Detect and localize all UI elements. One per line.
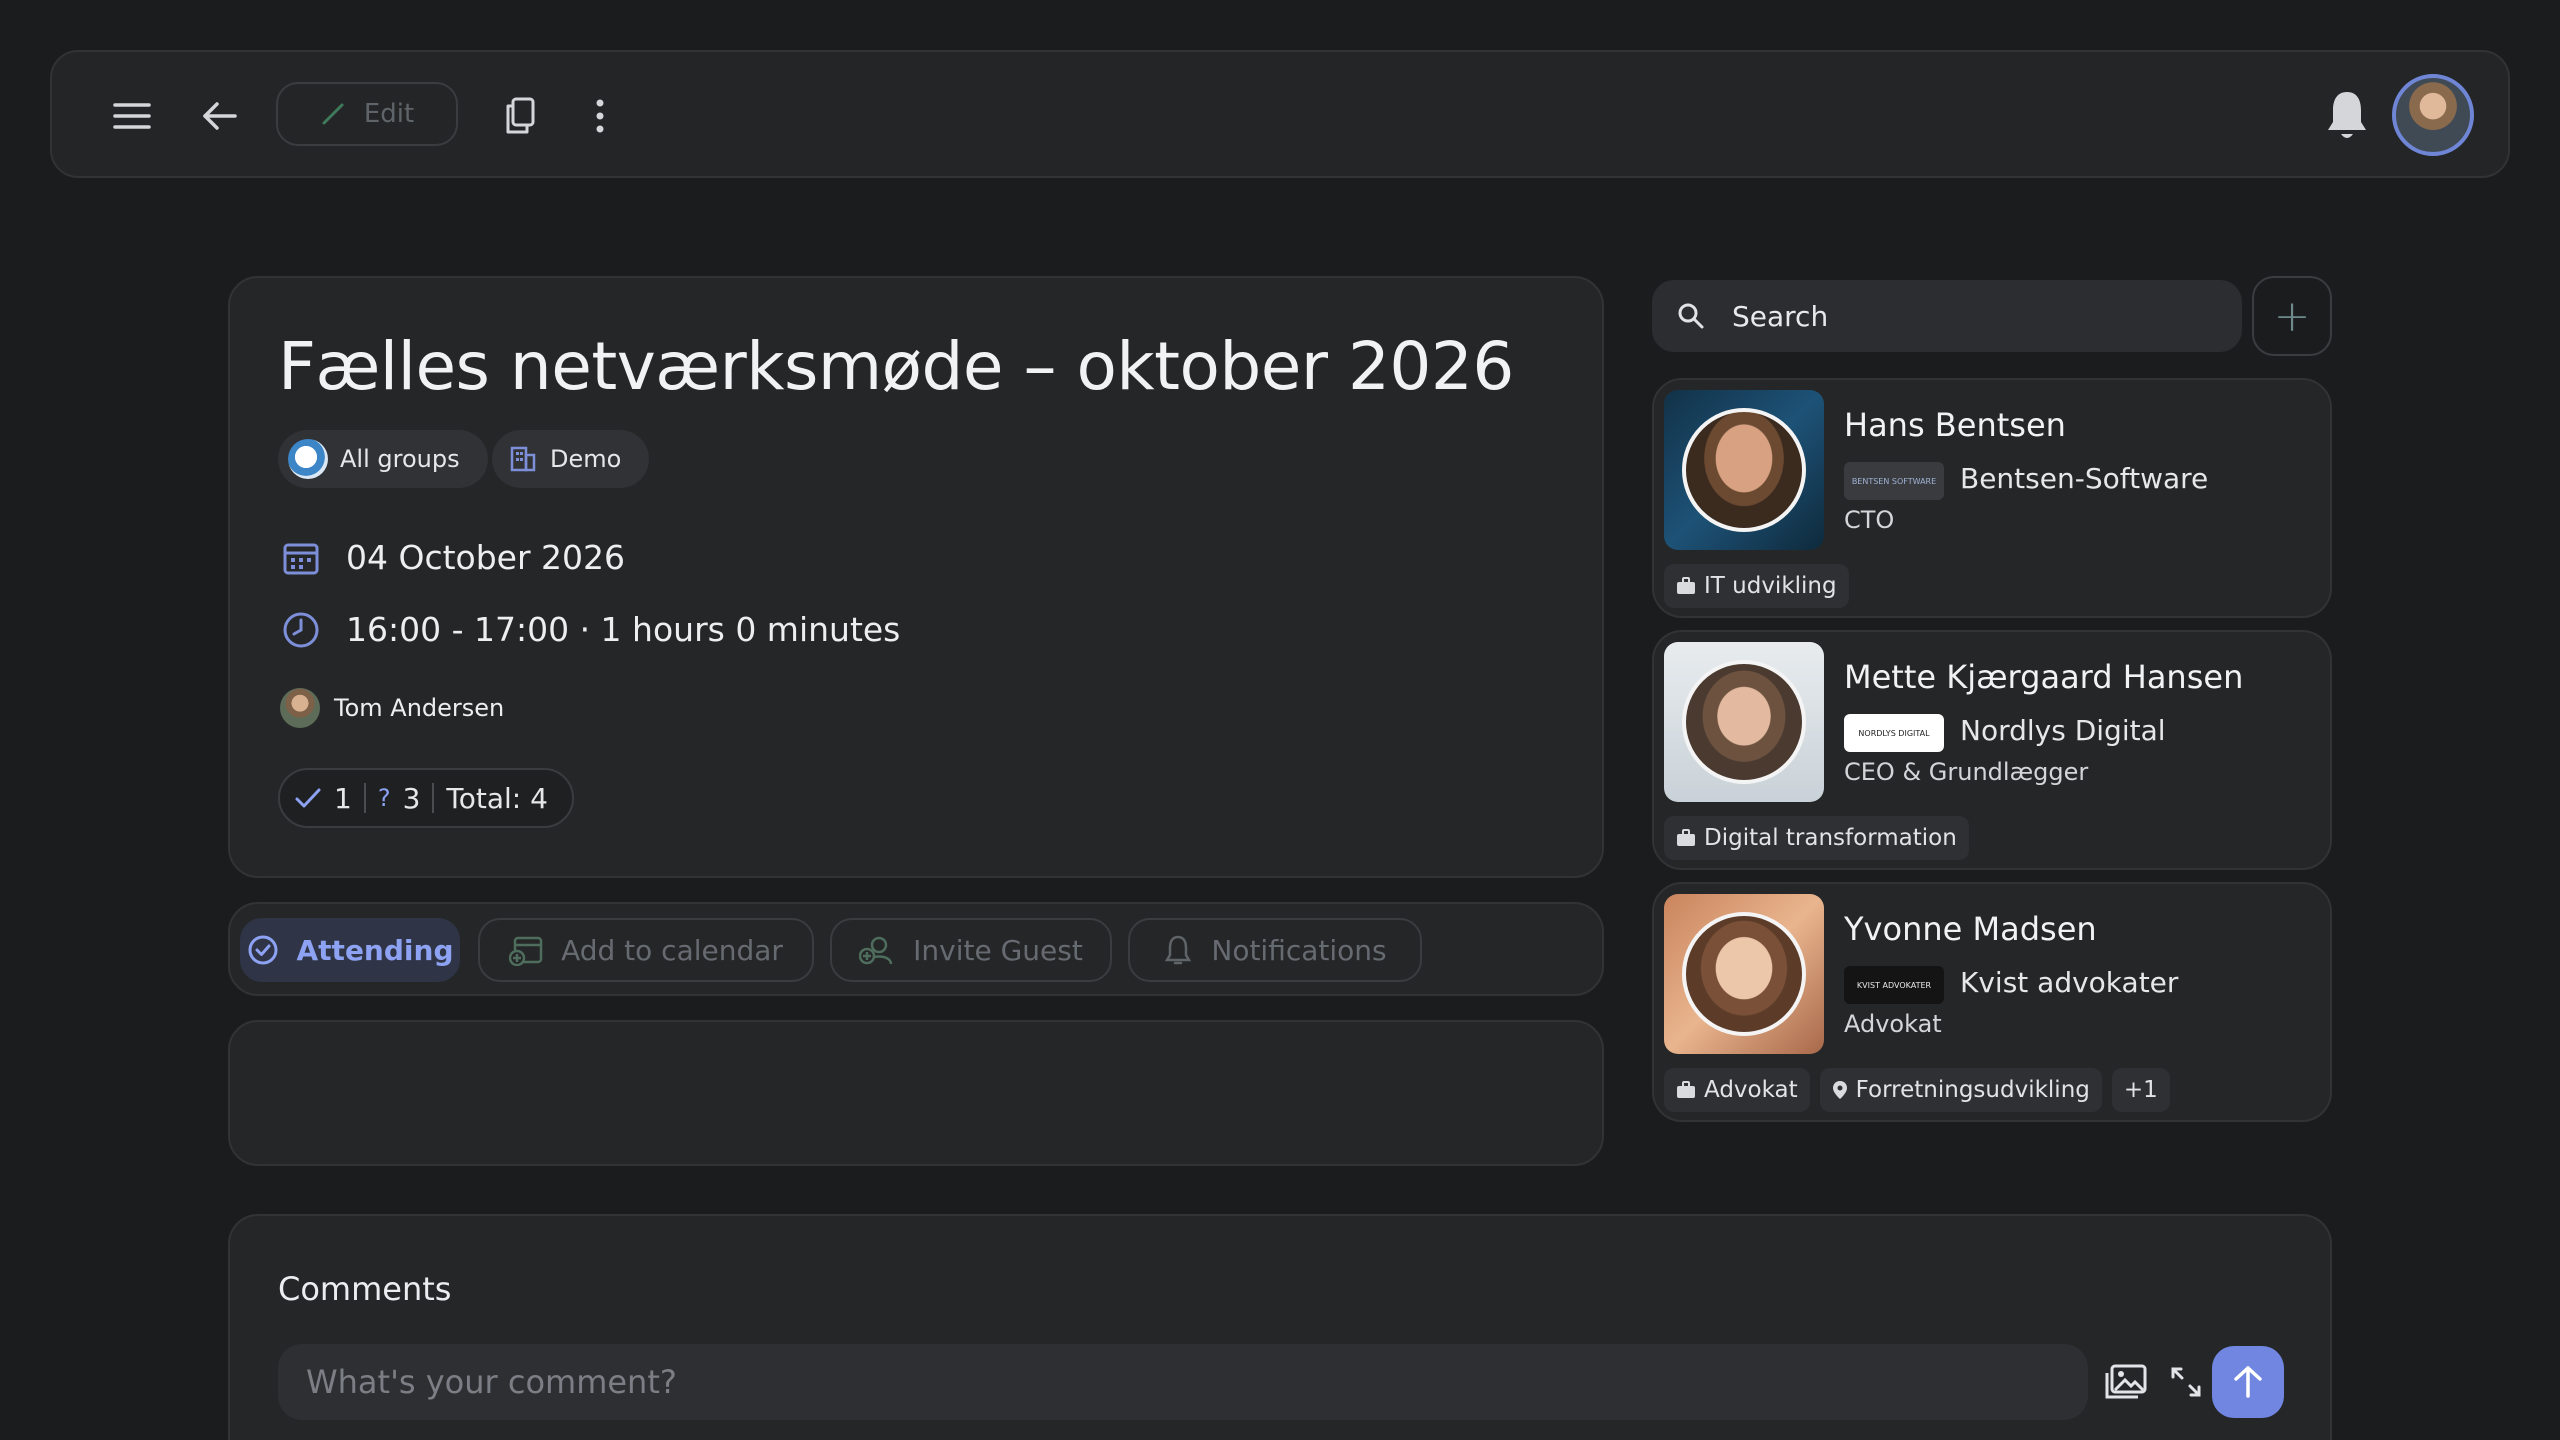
company-logo: BENTSEN SOFTWARE <box>1844 462 1944 500</box>
person-photo <box>1664 642 1824 802</box>
clock-icon <box>283 612 319 647</box>
chip-label: All groups <box>340 445 460 473</box>
event-details-card: Fælles netværksmøde – oktober 2026 All g… <box>228 276 1604 878</box>
pencil-icon <box>322 103 344 125</box>
organizer-row: Tom Andersen <box>280 688 504 728</box>
tag[interactable]: Advokat <box>1664 1068 1810 1112</box>
notifications-label: Notifications <box>1211 933 1387 967</box>
person-card[interactable]: Yvonne Madsen KVIST ADVOKATER Kvist advo… <box>1652 882 2332 1122</box>
building-icon <box>510 446 536 472</box>
maybe-count: 3 <box>402 781 421 815</box>
add-to-calendar-button[interactable]: Add to calendar <box>478 918 814 982</box>
image-upload-icon[interactable] <box>2098 1354 2154 1410</box>
more-tags-badge[interactable]: +1 <box>2111 1068 2170 1112</box>
pin-icon <box>1832 1081 1847 1099</box>
event-description-card <box>228 1020 1604 1166</box>
back-arrow-icon[interactable] <box>192 88 248 144</box>
menu-icon[interactable] <box>104 88 160 144</box>
comment-input[interactable] <box>278 1344 2088 1420</box>
person-tags: IT udvikling <box>1664 564 1849 608</box>
more-options-icon[interactable] <box>572 88 628 144</box>
person-role: CEO & Grundlægger <box>1844 758 2089 786</box>
company-logo: KVIST ADVOKATER <box>1844 966 1944 1004</box>
briefcase-icon <box>1677 577 1695 594</box>
person-role: Advokat <box>1844 1010 1942 1038</box>
attending-button[interactable]: Attending <box>240 918 460 982</box>
person-card[interactable]: Hans Bentsen BENTSEN SOFTWARE Bentsen-So… <box>1652 378 2332 618</box>
tag-label: IT udvikling <box>1704 573 1837 599</box>
divider <box>432 783 435 813</box>
event-title: Fælles netværksmøde – oktober 2026 <box>278 328 1514 405</box>
tag-label: +1 <box>2123 1077 2158 1103</box>
user-avatar[interactable] <box>2392 74 2474 156</box>
edit-button-label: Edit <box>363 99 415 129</box>
tag[interactable]: Digital transformation <box>1664 816 1969 860</box>
briefcase-icon <box>1677 1081 1695 1098</box>
organizer-avatar <box>280 688 320 728</box>
top-bar: Edit <box>50 50 2510 178</box>
person-card[interactable]: Mette Kjærgaard Hansen NORDLYS DIGITAL N… <box>1652 630 2332 870</box>
arrow-up-icon <box>2234 1366 2262 1398</box>
person-tags: Digital transformation <box>1664 816 1969 860</box>
group-chip-demo[interactable]: Demo <box>492 430 650 488</box>
person-tags: Advokat Forretningsudvikling +1 <box>1664 1068 2170 1112</box>
attending-count: 1 <box>334 781 352 815</box>
user-add-icon <box>859 936 893 965</box>
search-placeholder: Search <box>1732 299 1829 333</box>
question-icon: ? <box>377 784 391 812</box>
total-count: Total: 4 <box>446 781 548 815</box>
event-action-bar: Attending Add to calendar Invite Guest N… <box>228 902 1604 996</box>
calendar-add-icon <box>509 936 543 966</box>
tag-label: Digital transformation <box>1704 825 1957 851</box>
add-to-calendar-label: Add to calendar <box>561 933 783 967</box>
event-date-row: 04 October 2026 <box>282 538 625 577</box>
check-icon <box>295 788 321 808</box>
edit-button[interactable]: Edit <box>276 82 458 146</box>
group-chip-all-groups[interactable]: All groups <box>278 430 488 488</box>
bell-outline-icon <box>1165 935 1192 965</box>
person-photo <box>1664 390 1824 550</box>
send-comment-button[interactable] <box>2212 1346 2284 1418</box>
plus-icon: + <box>2273 290 2311 342</box>
person-name: Yvonne Madsen <box>1844 910 2097 948</box>
event-time-row: 16:00 - 17:00 · 1 hours 0 minutes <box>282 610 900 649</box>
person-name: Hans Bentsen <box>1844 406 2066 444</box>
copy-icon[interactable] <box>492 88 548 144</box>
check-circle-icon <box>248 935 277 965</box>
comments-title: Comments <box>278 1270 452 1308</box>
organizer-name: Tom Andersen <box>334 694 505 722</box>
invite-guest-label: Invite Guest <box>913 933 1083 967</box>
tag-label: Forretningsudvikling <box>1855 1077 2090 1103</box>
people-search[interactable]: Search <box>1652 280 2242 352</box>
comments-section: Comments <box>228 1214 2332 1440</box>
chip-label: Demo <box>550 445 622 473</box>
company-name: Kvist advokater <box>1960 966 2179 999</box>
globe-icon <box>288 439 328 479</box>
expand-icon[interactable] <box>2158 1354 2214 1410</box>
tag[interactable]: IT udvikling <box>1664 564 1849 608</box>
briefcase-icon <box>1677 829 1695 846</box>
company-logo: NORDLYS DIGITAL <box>1844 714 1944 752</box>
tag-label: Advokat <box>1704 1077 1798 1103</box>
person-role: CTO <box>1844 506 1895 534</box>
event-time: 16:00 - 17:00 · 1 hours 0 minutes <box>346 610 901 649</box>
bell-icon[interactable] <box>2316 82 2378 148</box>
tag[interactable]: Forretningsudvikling <box>1819 1068 2102 1112</box>
invite-guest-button[interactable]: Invite Guest <box>830 918 1112 982</box>
divider <box>363 783 366 813</box>
calendar-icon <box>283 543 319 574</box>
company-name: Bentsen-Software <box>1960 462 2209 495</box>
notifications-button[interactable]: Notifications <box>1128 918 1422 982</box>
event-date: 04 October 2026 <box>346 538 626 577</box>
person-photo <box>1664 894 1824 1054</box>
search-icon <box>1678 303 1704 329</box>
attendance-counts[interactable]: 1 ? 3 Total: 4 <box>278 768 574 828</box>
attending-label: Attending <box>296 933 454 967</box>
add-person-button[interactable]: + <box>2252 276 2332 356</box>
company-name: Nordlys Digital <box>1960 714 2166 747</box>
person-name: Mette Kjærgaard Hansen <box>1844 658 2244 696</box>
